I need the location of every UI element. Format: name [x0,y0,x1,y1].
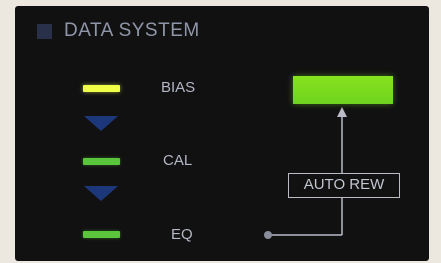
auto-rew-box: AUTO REW [288,173,400,198]
data-system-panel: DATA SYSTEM BIAS CAL EQ AUTO REW [15,6,429,261]
arrow-up-connector [264,107,347,239]
